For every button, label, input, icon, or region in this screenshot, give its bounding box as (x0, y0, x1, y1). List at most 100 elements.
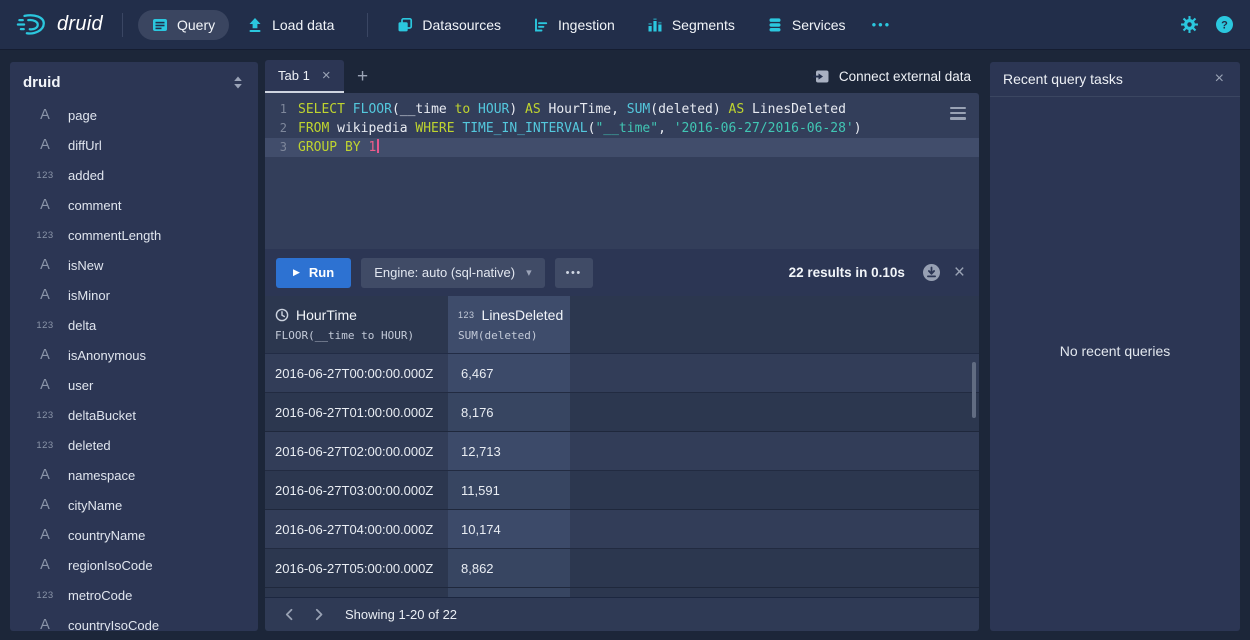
nav-label: Query (177, 17, 215, 33)
editor-line-2[interactable]: 2FROM wikipedia WHERE TIME_IN_INTERVAL("… (265, 119, 979, 138)
clock-icon (275, 308, 289, 322)
editor-line-1[interactable]: 1SELECT FLOOR(__time to HOUR) AS HourTim… (265, 100, 979, 119)
column-header-linesdeleted[interactable]: 123 LinesDeleted SUM(deleted) (448, 296, 570, 353)
prev-page-icon[interactable] (275, 602, 303, 628)
recent-query-tasks-panel: Recent query tasks × No recent queries (990, 62, 1240, 631)
string-type-icon: A (31, 347, 59, 363)
column-name: commentLength (68, 228, 161, 243)
sidebar-column-page[interactable]: Apage (10, 100, 258, 130)
sidebar-column-deleted[interactable]: 123deleted (10, 430, 258, 460)
sidebar-column-namespace[interactable]: Anamespace (10, 460, 258, 490)
cell-linesdeleted[interactable]: 8,862 (448, 549, 570, 587)
nav-label: Services (792, 17, 846, 33)
tab-label: Tab 1 (278, 68, 310, 83)
column-header-hourtime[interactable]: HourTime FLOOR(__time to HOUR) (265, 296, 448, 353)
cell-linesdeleted[interactable]: 8,176 (448, 393, 570, 431)
ingestion-icon (533, 17, 549, 33)
sidebar-column-countryIsoCode[interactable]: AcountryIsoCode (10, 610, 258, 631)
nav-label: Load data (272, 17, 334, 33)
result-row[interactable]: 2016-06-27T02:00:00.000Z12,713 (265, 432, 979, 471)
cell-hourtime[interactable]: 2016-06-27T03:00:00.000Z (265, 471, 448, 509)
run-button[interactable]: ▶ Run (276, 258, 351, 288)
next-page-icon[interactable] (305, 602, 333, 628)
sidebar-column-diffUrl[interactable]: AdiffUrl (10, 130, 258, 160)
sql-editor[interactable]: 1SELECT FLOOR(__time to HOUR) AS HourTim… (265, 93, 979, 249)
nav-item-datasources[interactable]: Datasources (383, 10, 515, 40)
nav-item-segments[interactable]: Segments (633, 10, 749, 40)
results-scrollbar[interactable] (972, 362, 976, 418)
sidebar-column-isAnonymous[interactable]: AisAnonymous (10, 340, 258, 370)
sidebar-column-countryName[interactable]: AcountryName (10, 520, 258, 550)
connect-external-data-icon (813, 69, 830, 84)
cell-linesdeleted[interactable]: 6,467 (448, 354, 570, 392)
datasources-icon (397, 17, 413, 33)
sidebar-column-user[interactable]: Auser (10, 370, 258, 400)
run-toolbar: ▶ Run Engine: auto (sql-native) ▾ ••• 22… (265, 249, 979, 296)
cell-empty (570, 432, 979, 470)
sidebar-column-commentLength[interactable]: 123commentLength (10, 220, 258, 250)
string-type-icon: A (31, 197, 59, 213)
sort-double-caret-icon[interactable] (232, 75, 244, 90)
settings-gear-icon[interactable] (1180, 15, 1199, 34)
tab-query-1[interactable]: Tab 1 × (265, 60, 344, 93)
sidebar-column-comment[interactable]: Acomment (10, 190, 258, 220)
tab-close-icon[interactable]: × (322, 67, 331, 84)
connect-external-data-button[interactable]: Connect external data (805, 60, 979, 93)
result-row[interactable]: 2016-06-27T01:00:00.000Z8,176 (265, 393, 979, 432)
string-type-icon: A (31, 527, 59, 543)
result-row[interactable]: 2016-06-27T03:00:00.000Z11,591 (265, 471, 979, 510)
result-row[interactable]: 2016-06-27T04:00:00.000Z10,174 (265, 510, 979, 549)
druid-logo[interactable]: druid (16, 11, 103, 38)
datasource-title[interactable]: druid (23, 74, 61, 91)
cell-linesdeleted[interactable]: 12,713 (448, 432, 570, 470)
string-type-icon: A (31, 137, 59, 153)
column-name: added (68, 168, 104, 183)
editor-line-3[interactable]: 3GROUP BY 1 (265, 138, 979, 157)
cell-hourtime[interactable]: 2016-06-27T02:00:00.000Z (265, 432, 448, 470)
nav-item-services[interactable]: Services (753, 10, 860, 40)
cell-hourtime[interactable]: 2016-06-27T00:00:00.000Z (265, 354, 448, 392)
cell-linesdeleted[interactable]: 11,591 (448, 471, 570, 509)
editor-menu-icon[interactable] (950, 104, 966, 123)
string-type-icon: A (31, 467, 59, 483)
top-nav: druid Query Load data Datasources Ingest… (0, 0, 1250, 50)
engine-select[interactable]: Engine: auto (sql-native) ▾ (361, 258, 544, 288)
nav-item-query[interactable]: Query (138, 10, 229, 40)
column-expression: FLOOR(__time to HOUR) (275, 329, 448, 342)
cell-hourtime[interactable]: 2016-06-27T04:00:00.000Z (265, 510, 448, 548)
query-more-button[interactable]: ••• (555, 258, 593, 288)
sidebar-column-delta[interactable]: 123delta (10, 310, 258, 340)
cell-hourtime[interactable]: 2016-06-27T01:00:00.000Z (265, 393, 448, 431)
result-row[interactable]: 2016-06-27T00:00:00.000Z6,467 (265, 354, 979, 393)
results-footer: Showing 1-20 of 22 (265, 597, 979, 631)
column-list: ApageAdiffUrl123addedAcomment123commentL… (10, 100, 258, 631)
cell-empty (570, 354, 979, 392)
sidebar-column-regionIsoCode[interactable]: AregionIsoCode (10, 550, 258, 580)
tasks-panel-title: Recent query tasks (1003, 71, 1123, 87)
sidebar-column-cityName[interactable]: AcityName (10, 490, 258, 520)
sidebar-column-isNew[interactable]: AisNew (10, 250, 258, 280)
column-name: user (68, 378, 93, 393)
column-name: regionIsoCode (68, 558, 153, 573)
line-number: 3 (265, 138, 298, 157)
code-text: FROM wikipedia WHERE TIME_IN_INTERVAL("_… (298, 119, 862, 138)
sidebar-column-deltaBucket[interactable]: 123deltaBucket (10, 400, 258, 430)
add-tab-button[interactable]: + (344, 60, 382, 93)
nav-item-load-data[interactable]: Load data (233, 10, 348, 40)
tasks-panel-close-icon[interactable]: × (1212, 71, 1227, 87)
cell-hourtime[interactable]: 2016-06-27T05:00:00.000Z (265, 549, 448, 587)
nav-item-ingestion[interactable]: Ingestion (519, 10, 629, 40)
result-summary: 22 results in 0.10s (789, 265, 905, 280)
cell-empty (570, 471, 979, 509)
cell-linesdeleted[interactable]: 10,174 (448, 510, 570, 548)
sidebar-column-isMinor[interactable]: AisMinor (10, 280, 258, 310)
close-results-icon[interactable]: × (951, 263, 968, 282)
download-results-icon[interactable] (922, 263, 941, 282)
string-type-icon: A (31, 107, 59, 123)
connect-label: Connect external data (839, 69, 971, 84)
result-row[interactable]: 2016-06-27T05:00:00.000Z8,862 (265, 549, 979, 588)
sidebar-column-metroCode[interactable]: 123metroCode (10, 580, 258, 610)
help-icon[interactable]: ? (1215, 15, 1234, 34)
nav-more-icon[interactable]: ••• (864, 11, 900, 38)
sidebar-column-added[interactable]: 123added (10, 160, 258, 190)
